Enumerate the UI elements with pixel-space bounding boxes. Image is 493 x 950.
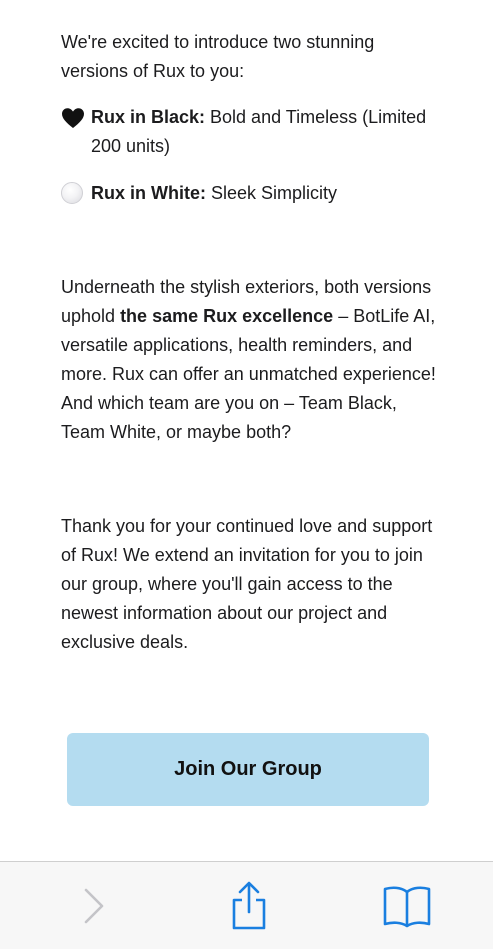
variant-white: Rux in White: Sleek Simplicity [61, 179, 441, 208]
share-icon [232, 881, 266, 930]
forward-button[interactable] [72, 862, 116, 950]
variant-white-label: Rux in White: [91, 183, 206, 203]
join-group-button[interactable]: Join Our Group [67, 733, 429, 806]
excellence-paragraph: Underneath the stylish exteriors, both v… [61, 273, 441, 447]
white-circle-icon [61, 182, 83, 204]
invitation-paragraph: Thank you for your continued love and su… [61, 516, 433, 652]
variant-black-label: Rux in Black: [91, 107, 206, 127]
intro-text: We're excited to introduce two stunning … [61, 32, 375, 81]
excellence-text-after: – BotLife AI, versatile applications, he… [61, 306, 436, 442]
variant-white-desc: Sleek Simplicity [206, 183, 338, 203]
excellence-bold: the same Rux excellence [120, 306, 334, 326]
variant-white-text: Rux in White: Sleek Simplicity [91, 179, 337, 208]
bookmarks-button[interactable] [380, 862, 434, 950]
forward-chevron-icon [84, 888, 104, 924]
share-button[interactable] [226, 862, 272, 950]
variant-black-text: Rux in Black: Bold and Timeless (Limited… [91, 103, 441, 161]
bookmarks-icon [383, 886, 431, 928]
browser-toolbar [0, 861, 493, 949]
black-heart-icon [62, 108, 84, 128]
email-body: We're excited to introduce two stunning … [61, 28, 441, 657]
variant-black: Rux in Black: Bold and Timeless (Limited… [61, 103, 441, 161]
